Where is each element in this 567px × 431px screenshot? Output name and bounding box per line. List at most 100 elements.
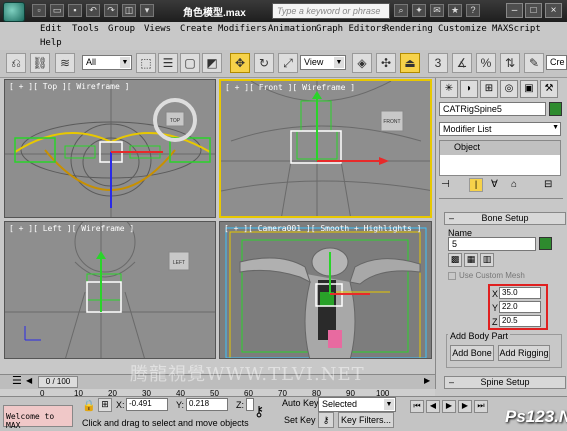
copy-icon[interactable]: ▦ [464, 253, 478, 267]
viewport-top[interactable]: [ + ][ Top ][ Wireframe ] TOP [4, 79, 216, 218]
show-end-result-icon[interactable]: | [469, 178, 483, 192]
spine-setup-rollout[interactable]: Spine Setup – [444, 376, 566, 389]
minimize-button[interactable]: – [506, 3, 523, 18]
key-filters-button[interactable]: Key Filters... [338, 412, 394, 428]
selection-filter-dropdown[interactable]: All ▼ [82, 55, 132, 70]
select-and-rotate-icon[interactable]: ↻ [254, 53, 274, 73]
menu-modifiers[interactable]: Modifiers [218, 24, 267, 34]
select-and-move-icon[interactable]: ✥ [230, 53, 250, 73]
absolute-mode-icon[interactable]: ⊞ [98, 398, 112, 412]
maximize-button[interactable]: □ [525, 3, 542, 18]
configure-sets-icon[interactable]: ⊟ [544, 179, 552, 190]
bone-color-swatch[interactable] [539, 237, 552, 250]
menu-maxscript[interactable]: MAXScript [492, 24, 541, 34]
window-crossing-icon[interactable]: ◩ [202, 53, 222, 73]
app-logo-icon[interactable] [3, 2, 25, 22]
stack-item-object[interactable]: Object [440, 141, 560, 155]
viewcube-front-label[interactable]: FRONT [383, 119, 400, 125]
x-coord-field[interactable]: -0.491 [126, 398, 168, 411]
bone-name-field[interactable]: 5 [448, 237, 536, 251]
menu-help[interactable]: Help [40, 38, 62, 48]
viewport-label[interactable]: [ + ][ Top ][ Wireframe ] [9, 82, 129, 91]
bone-setup-rollout[interactable]: Bone Setup – [444, 212, 566, 225]
viewport-label[interactable]: [ + ][ Left ][ Wireframe ] [9, 224, 134, 233]
motion-tab-icon[interactable]: ◎ [500, 80, 518, 98]
select-object-icon[interactable]: ⬚ [136, 53, 156, 73]
add-rigging-button[interactable]: Add Rigging [498, 345, 550, 361]
z-coord-field[interactable] [246, 398, 254, 411]
use-custom-mesh-checkbox[interactable]: Use Custom Mesh [448, 271, 560, 283]
help-icon[interactable]: ? [466, 4, 480, 17]
create-tab-icon[interactable]: ✳ [440, 80, 458, 98]
open-file-icon[interactable]: ▭ [50, 4, 64, 17]
pivot-center-icon[interactable]: ◈ [352, 53, 372, 73]
menu-customize[interactable]: Customize [438, 24, 487, 34]
undo-icon[interactable]: ↶ [86, 4, 100, 17]
key-icon[interactable]: ⚷ [254, 403, 264, 420]
undo-icon[interactable]: ⎌ [6, 53, 26, 73]
remove-modifier-icon[interactable]: ⌂ [511, 179, 517, 190]
percent-snap-icon[interactable]: % [476, 53, 496, 73]
x-size-field[interactable]: 35.0 [499, 287, 541, 299]
viewcube-left-label[interactable]: LEFT [173, 260, 185, 266]
z-size-field[interactable]: 20.5 [499, 315, 541, 327]
named-selection-icon[interactable]: ✎ [524, 53, 544, 73]
close-button[interactable]: × [545, 3, 562, 18]
object-name-field[interactable]: CATRigSpine5 [439, 102, 546, 116]
menu-group[interactable]: Group [108, 24, 135, 34]
hold-icon[interactable]: ◫ [122, 4, 136, 17]
bone-mesh-icon[interactable]: ▩ [448, 253, 462, 267]
viewport-camera[interactable]: [ + ][ Camera001 ][ Smooth + Highlights … [219, 221, 432, 359]
set-keys-icon[interactable]: ⚷ [318, 412, 334, 428]
pin-stack-icon[interactable]: ⊣ [441, 179, 450, 190]
auto-key-button[interactable]: Auto Key [282, 398, 319, 408]
utilities-tab-icon[interactable]: ⚒ [540, 80, 558, 98]
y-size-field[interactable]: 22.0 [499, 301, 541, 313]
menu-graph-editors[interactable]: Graph Editors [316, 24, 386, 34]
search-input[interactable]: Type a keyword or phrase [272, 3, 390, 19]
bind-space-warp-icon[interactable]: ≋ [55, 53, 75, 73]
spinner-snap-icon[interactable]: ⇅ [500, 53, 520, 73]
menu-rendering[interactable]: Rendering [384, 24, 433, 34]
select-and-manipulate-icon[interactable]: ✣ [376, 53, 396, 73]
reference-coordinate-dropdown[interactable]: View ▼ [300, 55, 346, 70]
add-bone-button[interactable]: Add Bone [450, 345, 494, 361]
select-and-link-icon[interactable]: ⛓ [30, 53, 50, 73]
redo-icon[interactable]: ↷ [104, 4, 118, 17]
previous-frame-icon[interactable]: ◀ [426, 400, 440, 413]
next-frame-icon[interactable]: ▶ [424, 376, 430, 385]
angle-snap-icon[interactable]: ∡ [452, 53, 472, 73]
named-selection-sets-dropdown[interactable]: Cre [546, 55, 567, 70]
search-icon[interactable]: ⌕ [394, 4, 408, 17]
menu-tools[interactable]: Tools [72, 24, 99, 34]
viewport-label[interactable]: [ + ][ Front ][ Wireframe ] [225, 83, 355, 92]
set-key-button[interactable]: Set Key [284, 415, 316, 425]
lock-selection-icon[interactable]: 🔒 [82, 399, 96, 413]
menu-views[interactable]: Views [144, 24, 171, 34]
select-by-name-icon[interactable]: ☰ [158, 53, 178, 73]
hierarchy-tab-icon[interactable]: ⊞ [480, 80, 498, 98]
go-to-start-icon[interactable]: ⏮ [410, 400, 424, 413]
y-coord-field[interactable]: 0.218 [186, 398, 228, 411]
maxscript-listener[interactable]: Welcome to MAX [3, 405, 73, 430]
menu-animation[interactable]: Animation [268, 24, 317, 34]
select-and-scale-icon[interactable]: ⤢ [278, 53, 298, 73]
viewport-front[interactable]: [ + ][ Front ][ Wireframe ] FRONT [219, 79, 432, 218]
keyboard-shortcut-override-icon[interactable]: ⏏ [400, 53, 420, 73]
make-unique-icon[interactable]: ∀ [491, 179, 498, 190]
modifier-stack[interactable]: Object [439, 140, 561, 176]
subscription-icon[interactable]: ✦ [412, 4, 426, 17]
prev-frame-icon[interactable]: ◀ [26, 376, 32, 385]
rectangular-selection-icon[interactable]: ▢ [180, 53, 200, 73]
selection-set-dropdown[interactable]: Selected ▼ [318, 397, 396, 412]
save-file-icon[interactable]: ▪ [68, 4, 82, 17]
time-slider-thumb[interactable]: 0 / 100 [38, 376, 78, 388]
favorites-icon[interactable]: ★ [448, 4, 462, 17]
display-tab-icon[interactable]: ▣ [520, 80, 538, 98]
paste-icon[interactable]: ▥ [480, 253, 494, 267]
viewport-label[interactable]: [ + ][ Camera001 ][ Smooth + Highlights … [224, 224, 421, 233]
play-icon[interactable]: ▶ [442, 400, 456, 413]
new-file-icon[interactable]: ▫ [32, 4, 46, 17]
viewcube-top-label[interactable]: TOP [170, 118, 181, 124]
next-frame-icon[interactable]: ▶ [458, 400, 472, 413]
